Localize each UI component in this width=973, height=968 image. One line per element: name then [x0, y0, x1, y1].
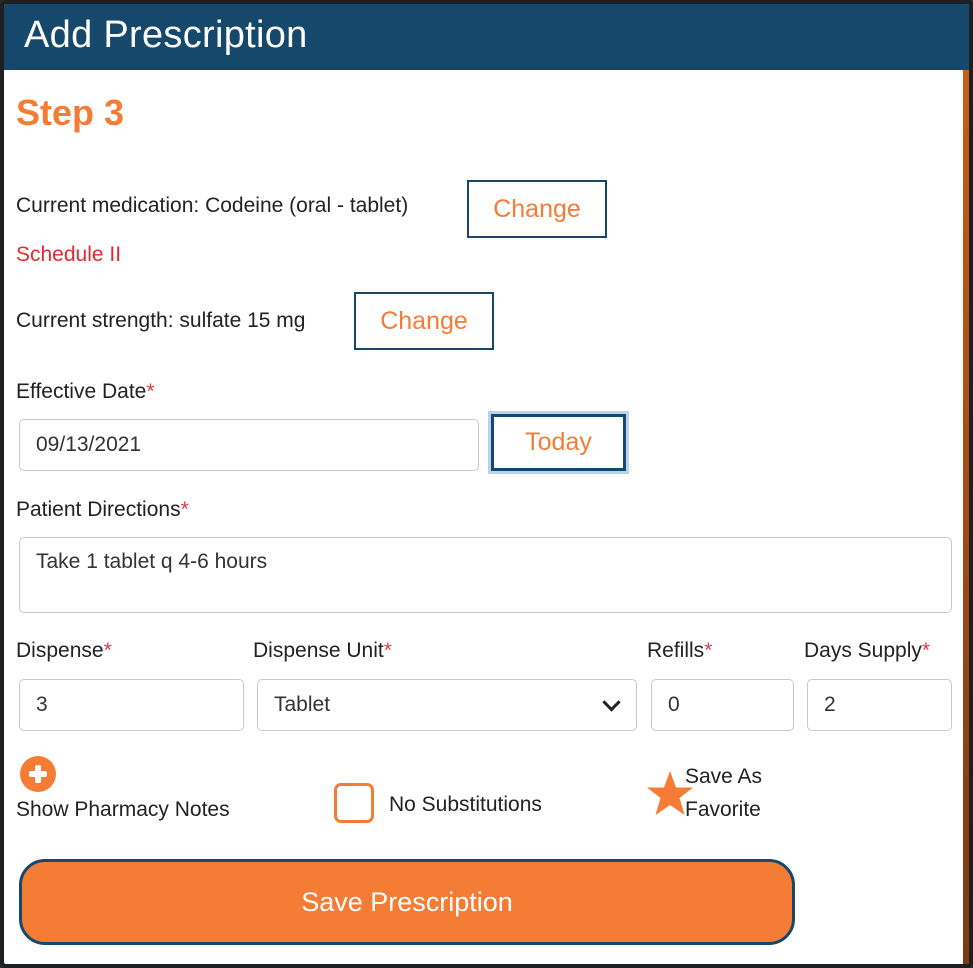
required-marker: *: [103, 639, 112, 662]
refills-input[interactable]: 0: [651, 679, 794, 731]
save-as-favorite-label-line1[interactable]: Save As: [685, 765, 762, 789]
step-title: Step 3: [16, 92, 125, 133]
required-marker: *: [704, 639, 713, 662]
effective-date-input[interactable]: 09/13/2021: [19, 419, 479, 471]
patient-directions-input[interactable]: Take 1 tablet q 4-6 hours: [19, 537, 952, 613]
change-medication-button[interactable]: Change: [467, 180, 607, 238]
refills-label: Refills*: [647, 639, 713, 662]
patient-directions-label: Patient Directions*: [16, 498, 189, 521]
dispense-unit-label: Dispense Unit*: [253, 639, 392, 662]
required-marker: *: [383, 639, 392, 662]
dispense-input[interactable]: 3: [19, 679, 244, 731]
chevron-down-icon: [602, 693, 621, 712]
current-strength-label: Current strength: sulfate 15 mg: [16, 309, 306, 332]
days-supply-label: Days Supply*: [804, 639, 931, 662]
dispense-unit-select[interactable]: Tablet: [257, 679, 637, 731]
effective-date-label: Effective Date*: [16, 380, 155, 403]
no-substitutions-label: No Substitutions: [389, 793, 542, 816]
prescription-window: Add Prescription Step 3 Current medicati…: [0, 0, 973, 968]
no-substitutions-checkbox[interactable]: [334, 783, 374, 823]
schedule-label: Schedule II: [16, 243, 122, 266]
current-medication-label: Current medication: Codeine (oral - tabl…: [16, 194, 409, 217]
plus-circle-icon[interactable]: [20, 756, 56, 792]
title-bar: Add Prescription: [4, 4, 969, 70]
dispense-label: Dispense*: [16, 639, 112, 662]
save-prescription-button[interactable]: Save Prescription: [19, 859, 795, 945]
required-marker: *: [146, 380, 155, 403]
days-supply-input[interactable]: 2: [807, 679, 952, 731]
save-as-favorite-label-line2[interactable]: Favorite: [685, 798, 761, 822]
required-marker: *: [180, 498, 189, 521]
page-title: Add Prescription: [24, 14, 308, 56]
window-edge: [963, 70, 969, 964]
dispense-unit-value: Tablet: [274, 693, 331, 716]
show-pharmacy-notes-link[interactable]: Show Pharmacy Notes: [16, 798, 230, 822]
change-strength-button[interactable]: Change: [354, 292, 494, 350]
today-button[interactable]: Today: [491, 414, 626, 471]
required-marker: *: [921, 639, 931, 662]
